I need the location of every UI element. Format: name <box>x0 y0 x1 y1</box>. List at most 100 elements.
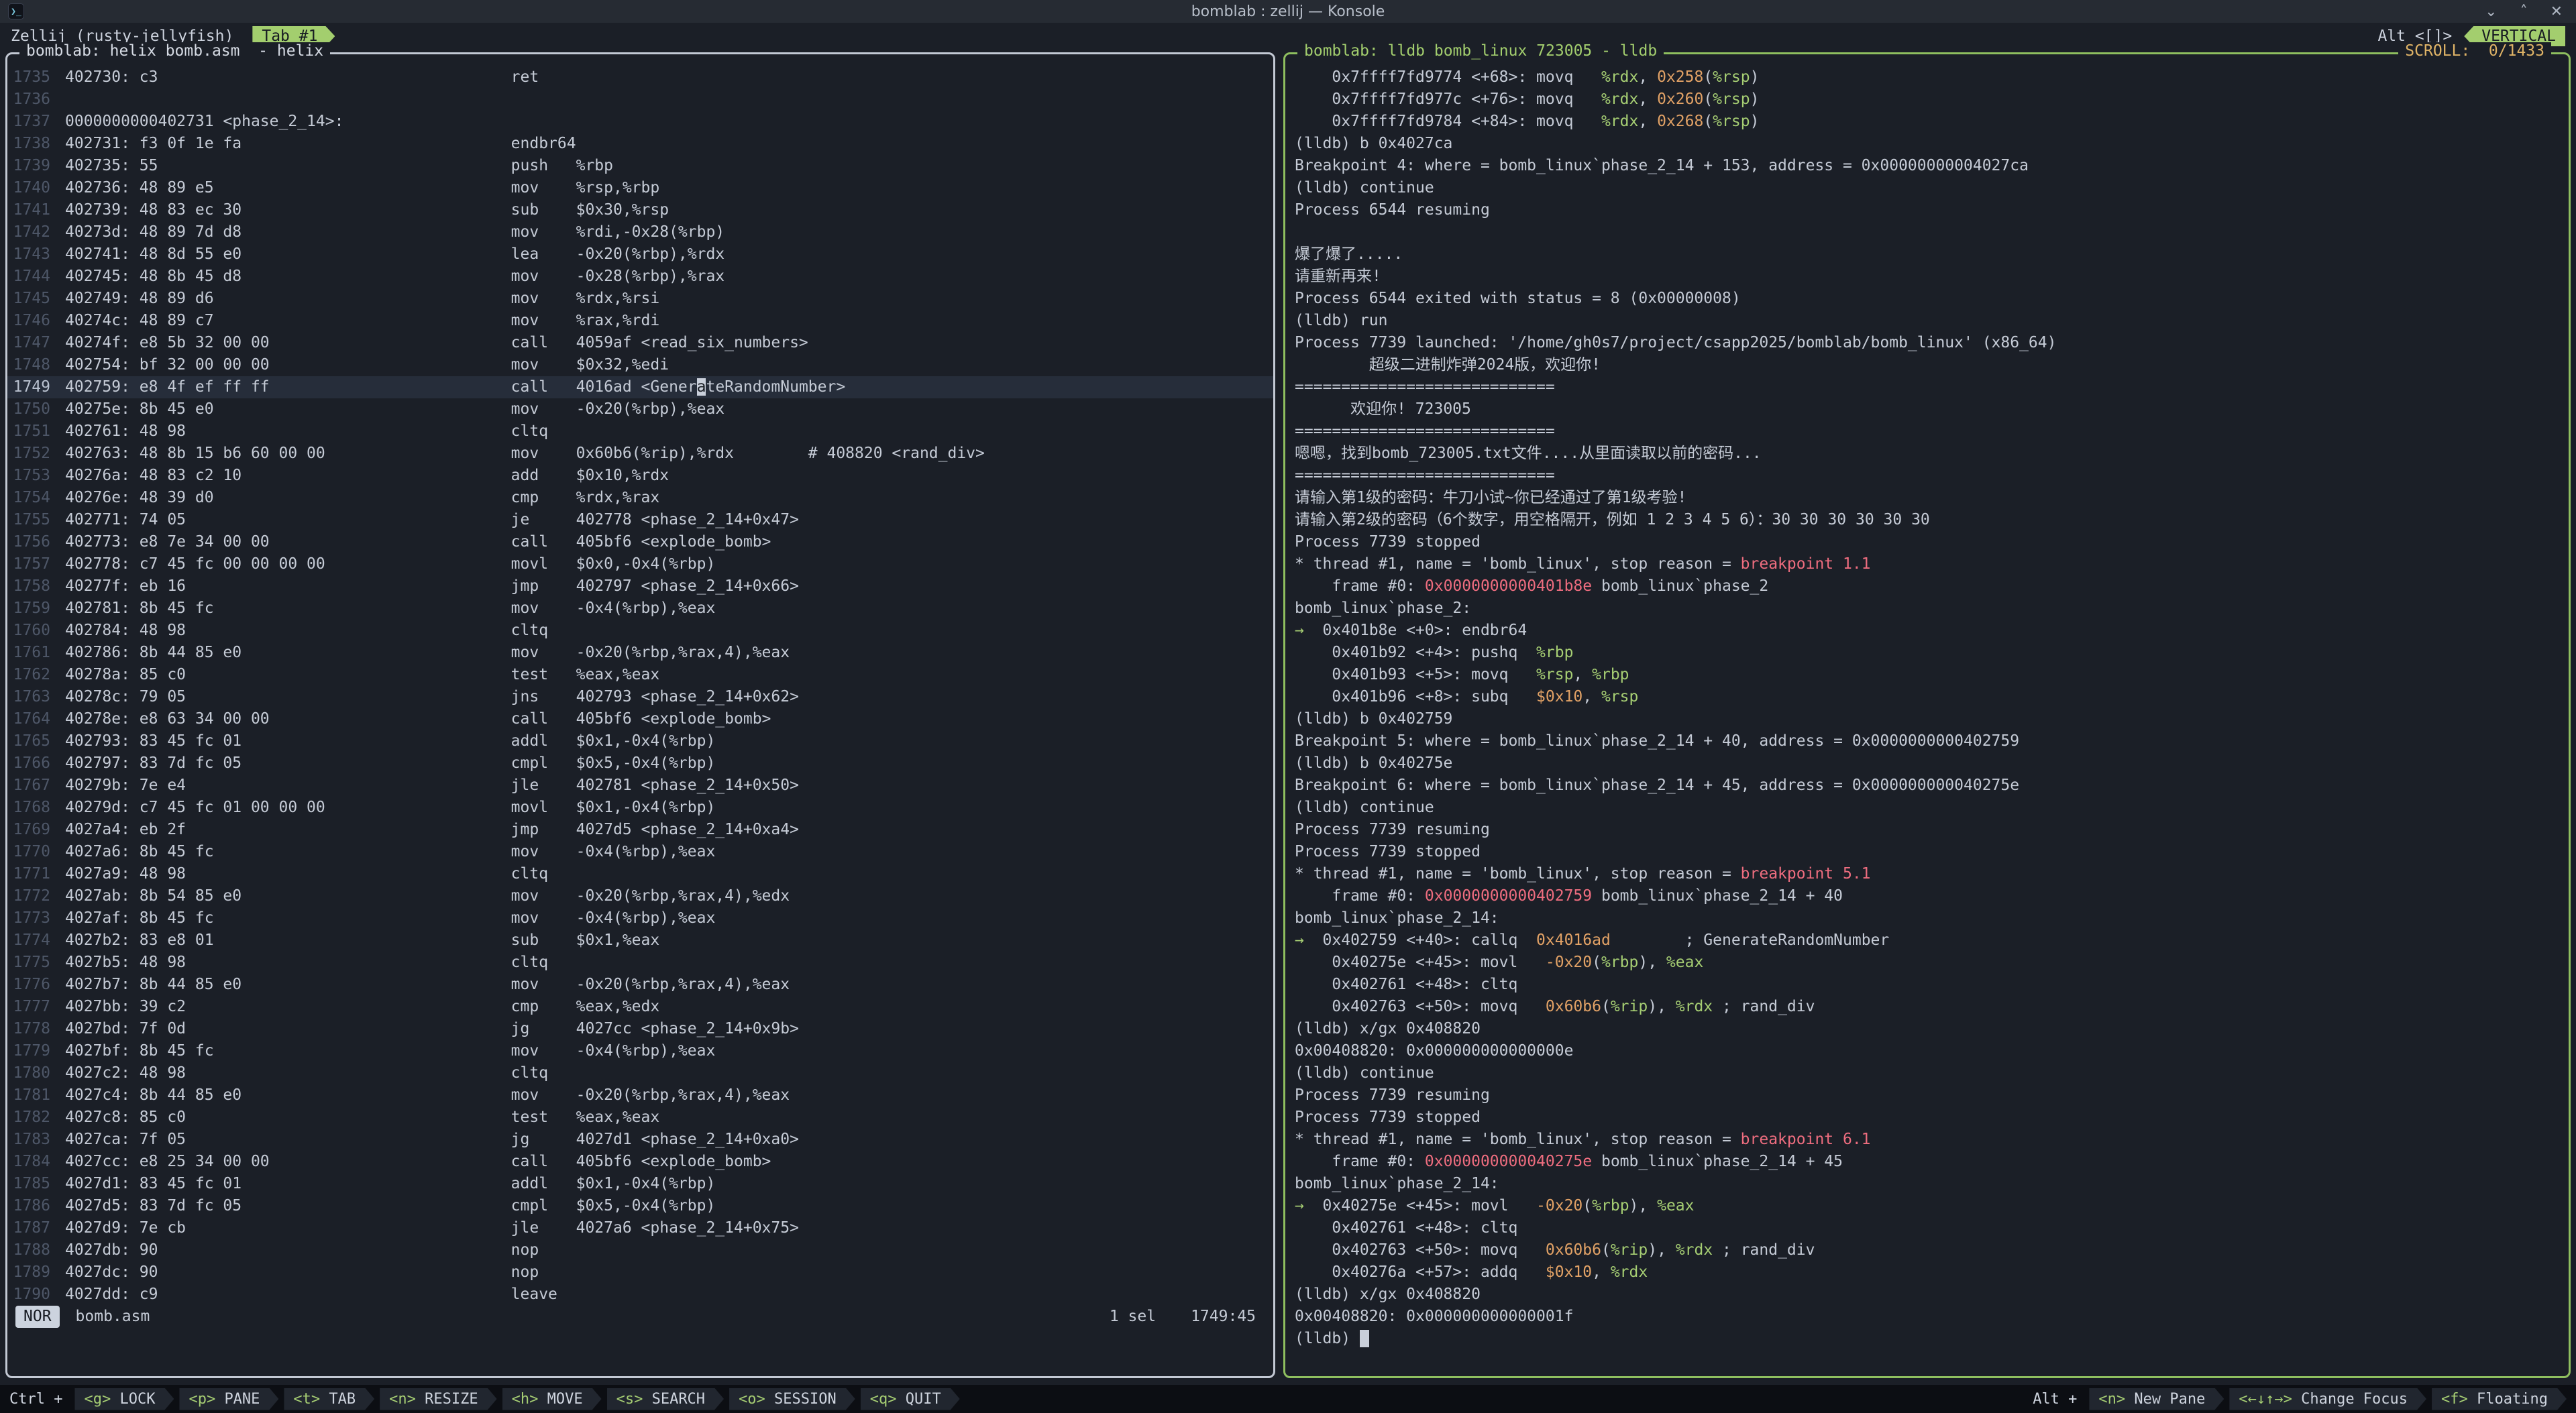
terminal-line: (lldb) continue <box>1285 797 2569 819</box>
editor-line[interactable]: 17874027d9: 7e cb jle 4027a6 <phase_2_14… <box>7 1217 1273 1239</box>
keybind-hint-move[interactable]: <h> MOVE <box>502 1388 602 1410</box>
editor-line[interactable]: 176240278a: 85 c0 test %eax,%eax <box>7 664 1273 686</box>
editor-line[interactable]: 17794027bf: 8b 45 fc mov -0x4(%rbp),%eax <box>7 1040 1273 1062</box>
editor-line[interactable]: 175040275e: 8b 45 e0 mov -0x20(%rbp),%ea… <box>7 398 1273 420</box>
editor-line[interactable]: 175840277f: eb 16 jmp 402797 <phase_2_14… <box>7 575 1273 598</box>
editor-line[interactable]: 174740274f: e8 5b 32 00 00 call 4059af <… <box>7 332 1273 354</box>
editor-line[interactable]: 1757402778: c7 45 fc 00 00 00 00 movl $0… <box>7 553 1273 575</box>
hint-key: <o> <box>739 1391 774 1408</box>
keybind-hint-tab[interactable]: <t> TAB <box>284 1388 374 1410</box>
editor-line[interactable]: 17804027c2: 48 98 cltq <box>7 1062 1273 1084</box>
keybind-hint-new-pane[interactable]: <n> New Pane <box>2089 1388 2224 1410</box>
line-number: 1784 <box>7 1151 50 1173</box>
editor-line[interactable]: 1745402749: 48 89 d6 mov %rdx,%rsi <box>7 288 1273 310</box>
keybind-hint-floating[interactable]: <f> Floating <box>2432 1388 2567 1410</box>
maximize-icon[interactable]: ˄ <box>2520 3 2528 20</box>
keybind-hint-change-focus[interactable]: <←↓↑→> Change Focus <box>2229 1388 2426 1410</box>
editor-line[interactable]: 1739402735: 55 push %rbp <box>7 155 1273 177</box>
editor-line[interactable]: 176340278c: 79 05 jns 402793 <phase_2_14… <box>7 686 1273 708</box>
terminal-line: 0x401b96 <+8>: subq $0x10, %rsp <box>1285 686 2569 708</box>
editor-line[interactable]: 1759402781: 8b 45 fc mov -0x4(%rbp),%eax <box>7 598 1273 620</box>
editor-line[interactable]: 17774027bb: 39 c2 cmp %eax,%edx <box>7 996 1273 1018</box>
keybind-hint-lock[interactable]: <g> LOCK <box>74 1388 174 1410</box>
lldb-pane[interactable]: bomblab: lldb bomb_linux 723005 - lldb S… <box>1283 52 2571 1378</box>
editor-line[interactable]: 1743402741: 48 8d 55 e0 lea -0x20(%rbp),… <box>7 243 1273 266</box>
editor-line[interactable]: 176840279d: c7 45 fc 01 00 00 00 movl $0… <box>7 797 1273 819</box>
asm-code: 40278a: 85 c0 test %eax,%eax <box>65 664 659 686</box>
line-number: 1767 <box>7 775 50 797</box>
keybind-hint-resize[interactable]: <n> RESIZE <box>380 1388 496 1410</box>
editor-line[interactable]: 1744402745: 48 8b 45 d8 mov -0x28(%rbp),… <box>7 266 1273 288</box>
editor-line[interactable]: 1740402736: 48 89 e5 mov %rsp,%rbp <box>7 177 1273 199</box>
editor-line[interactable]: 1755402771: 74 05 je 402778 <phase_2_14+… <box>7 509 1273 531</box>
terminal-line: Process 6544 resuming <box>1285 199 2569 221</box>
editor-lines: 1735402730: c3 ret 173617370000000000402… <box>7 66 1273 1306</box>
editor-line[interactable]: 1749402759: e8 4f ef ff ff call 4016ad <… <box>7 376 1273 398</box>
editor-line[interactable]: 175440276e: 48 39 d0 cmp %rdx,%rax <box>7 487 1273 509</box>
asm-code: 0000000000402731 <phase_2_14>: <box>65 111 343 133</box>
editor-line[interactable]: 1735402730: c3 ret <box>7 66 1273 89</box>
asm-code: 4027dd: c9 leave <box>65 1284 576 1306</box>
editor-line[interactable]: 17814027c4: 8b 44 85 e0 mov -0x20(%rbp,%… <box>7 1084 1273 1107</box>
editor-line[interactable]: 1738402731: f3 0f 1e fa endbr64 <box>7 133 1273 155</box>
asm-code: 40276a: 48 83 c2 10 add $0x10,%rdx <box>65 465 669 487</box>
editor-line[interactable]: 1752402763: 48 8b 15 b6 60 00 00 mov 0x6… <box>7 443 1273 465</box>
line-number: 1753 <box>7 465 50 487</box>
editor-line[interactable]: 1765402793: 83 45 fc 01 addl $0x1,-0x4(%… <box>7 730 1273 752</box>
editor-line[interactable]: 1736 <box>7 89 1273 111</box>
editor-line[interactable]: 17714027a9: 48 98 cltq <box>7 863 1273 885</box>
editor-line[interactable]: 17904027dd: c9 leave <box>7 1284 1273 1306</box>
editor-line[interactable]: 1753 40276a: 48 83 c2 10 add $0x10,%rdx <box>7 465 1273 487</box>
asm-code: 402741: 48 8d 55 e0 lea -0x20(%rbp),%rdx <box>65 243 724 266</box>
keybind-hint-session[interactable]: <o> SESSION <box>729 1388 855 1410</box>
terminal-line: (lldb) run <box>1285 310 2569 332</box>
editor-line[interactable]: 1748402754: bf 32 00 00 00 mov $0x32,%ed… <box>7 354 1273 376</box>
editor-line[interactable]: 17764027b7: 8b 44 85 e0 mov -0x20(%rbp,%… <box>7 974 1273 996</box>
terminal-line: (lldb) <box>1285 1328 2569 1350</box>
editor-line[interactable]: 1741402739: 48 83 ec 30 sub $0x30,%rsp <box>7 199 1273 221</box>
keybind-hint-search[interactable]: <s> SEARCH <box>607 1388 724 1410</box>
editor-line[interactable]: 17370000000000402731 <phase_2_14>: <box>7 111 1273 133</box>
editor-line[interactable]: 1751402761: 48 98 cltq <box>7 420 1273 443</box>
asm-code: 402754: bf 32 00 00 00 mov $0x32,%edi <box>65 354 669 376</box>
editor-line[interactable]: 17834027ca: 7f 05 jg 4027d1 <phase_2_14+… <box>7 1129 1273 1151</box>
asm-code: 40274f: e8 5b 32 00 00 call 4059af <read… <box>65 332 808 354</box>
minimize-icon[interactable]: ⌄ <box>2485 3 2497 20</box>
editor-line[interactable]: 17694027a4: eb 2f jmp 4027d5 <phase_2_14… <box>7 819 1273 841</box>
terminal-line: 0x7ffff7fd9784 <+84>: movq %rdx, 0x268(%… <box>1285 111 2569 133</box>
asm-code: 4027d5: 83 7d fc 05 cmpl $0x5,-0x4(%rbp) <box>65 1195 715 1217</box>
editor-line[interactable]: 1760402784: 48 98 cltq <box>7 620 1273 642</box>
editor-line[interactable]: 17884027db: 90 nop <box>7 1239 1273 1261</box>
editor-line[interactable]: 17724027ab: 8b 54 85 e0 mov -0x20(%rbp,%… <box>7 885 1273 907</box>
editor-line[interactable]: 1766402797: 83 7d fc 05 cmpl $0x5,-0x4(%… <box>7 752 1273 775</box>
editor-line[interactable]: 17854027d1: 83 45 fc 01 addl $0x1,-0x4(%… <box>7 1173 1273 1195</box>
keybind-hint-quit[interactable]: <q> QUIT <box>861 1388 960 1410</box>
editor-line[interactable]: 174640274c: 48 89 c7 mov %rax,%rdi <box>7 310 1273 332</box>
asm-code: 4027a9: 48 98 cltq <box>65 863 576 885</box>
editor-line[interactable]: 176440278e: e8 63 34 00 00 call 405bf6 <… <box>7 708 1273 730</box>
editor-line[interactable]: 17894027dc: 90 nop <box>7 1261 1273 1284</box>
editor-line[interactable]: 1756402773: e8 7e 34 00 00 call 405bf6 <… <box>7 531 1273 553</box>
editor-line[interactable]: 17824027c8: 85 c0 test %eax,%eax <box>7 1107 1273 1129</box>
editor-line[interactable]: 17704027a6: 8b 45 fc mov -0x4(%rbp),%eax <box>7 841 1273 863</box>
hint-label: TAB <box>329 1391 356 1408</box>
editor-line[interactable]: 17744027b2: 83 e8 01 sub $0x1,%eax <box>7 929 1273 952</box>
helix-editor[interactable]: 1735402730: c3 ret 173617370000000000402… <box>7 54 1273 1376</box>
line-number: 1775 <box>7 952 50 974</box>
editor-line[interactable]: 17844027cc: e8 25 34 00 00 call 405bf6 <… <box>7 1151 1273 1173</box>
editor-line[interactable]: 17734027af: 8b 45 fc mov -0x4(%rbp),%eax <box>7 907 1273 929</box>
left-hints: <g> LOCK<p> PANE <t> TAB <n> RESIZE <h> MOV… <box>74 1388 959 1410</box>
terminal-line: 超级二进制炸弹2024版，欢迎你! <box>1285 354 2569 376</box>
editor-line[interactable]: 17864027d5: 83 7d fc 05 cmpl $0x5,-0x4(%… <box>7 1195 1273 1217</box>
close-icon[interactable]: ✕ <box>2551 3 2563 20</box>
editor-line[interactable]: 174240273d: 48 89 7d d8 mov %rdi,-0x28(%… <box>7 221 1273 243</box>
konsole-icon-glyph: ❯_ <box>11 7 21 17</box>
editor-line[interactable]: 1761402786: 8b 44 85 e0 mov -0x20(%rbp,%… <box>7 642 1273 664</box>
helix-pane[interactable]: bomblab: helix bomb.asm - helix 17354027… <box>5 52 1275 1378</box>
editor-line[interactable]: 17754027b5: 48 98 cltq <box>7 952 1273 974</box>
editor-line[interactable]: 17784027bd: 7f 0d jg 4027cc <phase_2_14+… <box>7 1018 1273 1040</box>
terminal-line: ============================ <box>1285 465 2569 487</box>
lldb-terminal[interactable]: 0x7ffff7fd9774 <+68>: movq %rdx, 0x258(%… <box>1285 54 2569 1376</box>
keybind-hint-pane[interactable]: <p> PANE <box>179 1388 278 1410</box>
editor-line[interactable]: 176740279b: 7e e4 jle 402781 <phase_2_14… <box>7 775 1273 797</box>
